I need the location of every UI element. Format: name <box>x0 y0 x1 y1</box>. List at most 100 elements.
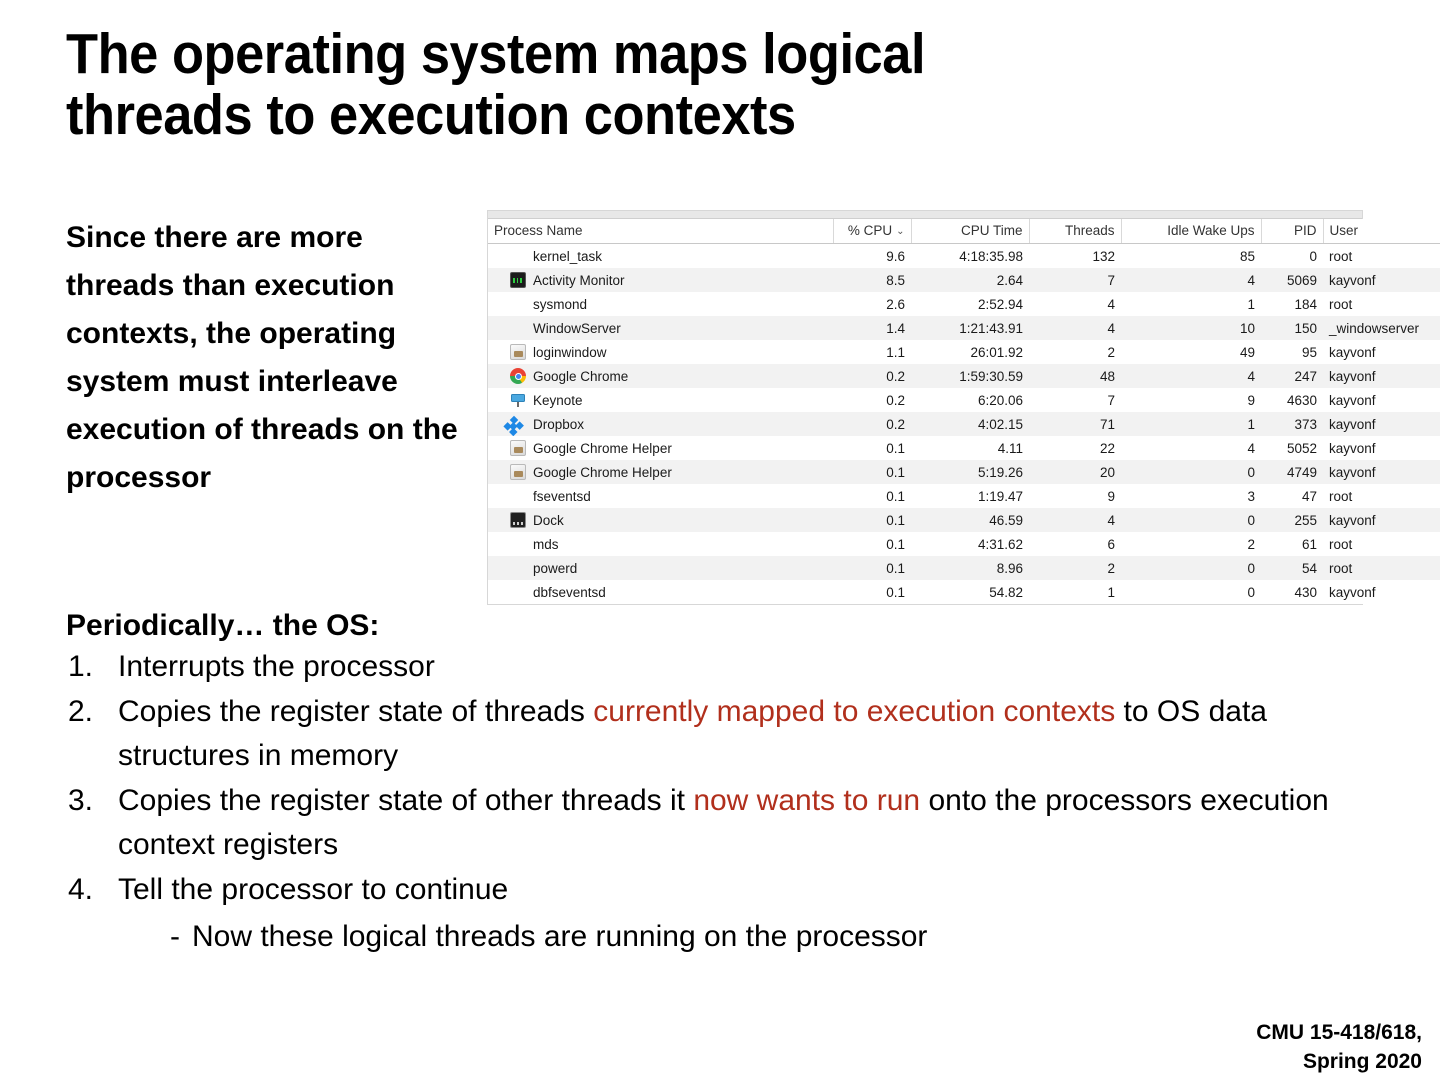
table-row[interactable]: dbfseventsd 0.1 54.82 1 0 430 kayvonf <box>488 580 1440 604</box>
cell-user: root <box>1329 536 1353 552</box>
column-header-threads[interactable]: Threads <box>1029 219 1122 244</box>
table-row[interactable]: Google Chrome Helper 0.1 5:19.26 20 0 4749 kay… <box>488 460 1440 484</box>
cell-process-name: Dropbox <box>488 412 833 436</box>
process-name-label: kernel_task <box>533 248 603 264</box>
page-title-line-1: The operating system maps logical <box>66 22 926 86</box>
process-cell: dbfseventsd <box>494 584 827 600</box>
keynote-icon <box>510 392 526 408</box>
process-name-label: sysmond <box>533 296 588 312</box>
step-text: Copies the register state of threads cur… <box>118 690 1386 778</box>
table-row[interactable]: Activity Monitor 8.5 2.64 7 4 5069 kayvonf <box>488 268 1440 292</box>
process-icon-none <box>510 560 526 576</box>
table-row[interactable]: sysmond 2.6 2:52.94 4 1 184 root <box>488 292 1440 316</box>
table-row[interactable]: Google Chrome 0.2 1:59:30.59 48 4 247 kayvonf <box>488 364 1440 388</box>
cell-pid: 95 <box>1301 344 1317 360</box>
cell-threads: 9 <box>1107 488 1115 504</box>
step-text: Copies the register state of other threa… <box>118 779 1386 867</box>
cell-cpu-pct: 0.2 <box>886 416 905 432</box>
cell-idle-wake-ups: 2 <box>1247 536 1255 552</box>
step-number: 2. <box>68 695 94 729</box>
table-row[interactable]: loginwindow 1.1 26:01.92 2 49 95 kayvonf <box>488 340 1440 364</box>
cell-pid: 47 <box>1301 488 1317 504</box>
cell-cpu-pct: 1.4 <box>886 320 905 336</box>
table-row[interactable]: powerd 0.1 8.96 2 0 54 root <box>488 556 1440 580</box>
cell-pid: 5069 <box>1286 272 1317 288</box>
substep-dash: - <box>170 919 180 953</box>
cell-cpu-pct: 0.1 <box>886 536 905 552</box>
cell-user: kayvonf <box>1329 344 1376 360</box>
process-table-body: kernel_task 9.6 4:18:35.98 132 85 0 root Activi… <box>488 243 1440 604</box>
cell-cpu-pct: 0.1 <box>886 464 905 480</box>
process-name-label: Dropbox <box>533 416 585 432</box>
table-row[interactable]: Dropbox 0.2 4:02.15 71 1 373 kayvonf <box>488 412 1440 436</box>
cell-pid: 4749 <box>1286 464 1317 480</box>
cell-pid: 5052 <box>1286 440 1317 456</box>
column-header-process-name[interactable]: Process Name <box>488 219 834 244</box>
column-header-pid[interactable]: PID <box>1261 219 1324 244</box>
cell-idle-wake-ups: 4 <box>1247 440 1255 456</box>
cell-idle-wake-ups: 0 <box>1247 512 1255 528</box>
cell-threads: 4 <box>1107 296 1115 312</box>
column-header-user[interactable]: User <box>1323 219 1440 244</box>
column-header-cpu-time[interactable]: CPU Time <box>911 219 1030 244</box>
cell-pid: 4630 <box>1286 392 1317 408</box>
cell-cpu-pct: 0.1 <box>886 488 905 504</box>
cell-cpu-pct: 2.6 <box>886 296 905 312</box>
cell-cpu-pct: 0.1 <box>886 560 905 576</box>
cell-cpu-time: 5:19.26 <box>977 464 1023 480</box>
cell-pid: 61 <box>1301 536 1317 552</box>
table-row[interactable]: mds 0.1 4:31.62 6 2 61 root <box>488 532 1440 556</box>
table-row[interactable]: kernel_task 9.6 4:18:35.98 132 85 0 root <box>488 243 1440 268</box>
table-row[interactable]: fseventsd 0.1 1:19.47 9 3 47 root <box>488 484 1440 508</box>
process-name-label: fseventsd <box>533 488 591 504</box>
table-row[interactable]: WindowServer 1.4 1:21:43.91 4 10 150 _windowse… <box>488 316 1440 340</box>
cell-cpu-time: 4:02.15 <box>977 416 1023 432</box>
process-cell: Activity Monitor <box>494 272 827 288</box>
process-cell: Keynote <box>494 392 827 408</box>
cell-process-name: sysmond <box>488 292 833 316</box>
table-header-row: Process Name % CPU ⌄ CPU Time Threads Idl… <box>488 219 1440 244</box>
footer: CMU 15-418/618, Spring 2020 <box>1256 1019 1422 1076</box>
cell-process-name: dbfseventsd <box>488 580 833 604</box>
cell-cpu-time: 2:52.94 <box>977 296 1023 312</box>
process-name-label: WindowServer <box>533 320 621 336</box>
cell-pid: 247 <box>1294 368 1317 384</box>
chevron-down-icon: ⌄ <box>896 225 905 237</box>
column-header-cpu-pct[interactable]: % CPU ⌄ <box>833 219 912 244</box>
cell-threads: 22 <box>1099 440 1115 456</box>
cell-threads: 4 <box>1107 320 1115 336</box>
process-cell: sysmond <box>494 296 827 312</box>
cell-cpu-pct: 0.1 <box>886 440 905 456</box>
footer-line-1: CMU 15-418/618, <box>1256 1021 1422 1045</box>
cell-user: root <box>1329 248 1353 264</box>
plain-phrase: Tell the processor to continue <box>118 873 509 907</box>
table-row[interactable]: Dock 0.1 46.59 4 0 255 kayvonf <box>488 508 1440 532</box>
column-header-idle-wake-ups[interactable]: Idle Wake Ups <box>1121 219 1262 244</box>
window-titlebar-strip <box>488 211 1362 219</box>
cell-threads: 6 <box>1107 536 1115 552</box>
process-icon-none <box>510 296 526 312</box>
table-row[interactable]: Google Chrome Helper 0.1 4.11 22 4 5052 kayvon… <box>488 436 1440 460</box>
table-row[interactable]: Keynote 0.2 6:20.06 7 9 4630 kayvonf <box>488 388 1440 412</box>
process-cell: loginwindow <box>494 344 827 360</box>
os-steps-list: 1. Interrupts the processor 2. Copies the r… <box>66 645 1386 960</box>
loginwindow-icon <box>510 344 526 360</box>
highlighted-phrase: currently mapped to execution contexts <box>593 695 1116 729</box>
plain-phrase: Interrupts the processor <box>118 650 435 683</box>
cell-user: root <box>1329 560 1353 576</box>
cell-pid: 150 <box>1294 320 1317 336</box>
cell-process-name: Google Chrome <box>488 364 833 388</box>
column-header-label: PID <box>1293 223 1317 238</box>
cell-cpu-pct: 9.6 <box>886 248 905 264</box>
cell-cpu-time: 54.82 <box>989 584 1023 600</box>
substep-item: - Now these logical threads are running … <box>66 915 1386 959</box>
cell-user: kayvonf <box>1329 584 1376 600</box>
cell-idle-wake-ups: 9 <box>1247 392 1255 408</box>
cell-idle-wake-ups: 10 <box>1239 320 1255 336</box>
cell-cpu-time: 4:31.62 <box>977 536 1023 552</box>
step-number: 4. <box>68 873 94 907</box>
loginwindow-icon <box>510 440 526 456</box>
highlighted-phrase: now wants to run <box>693 784 921 818</box>
step-item: 4. Tell the processor to continue <box>66 868 1386 912</box>
plain-phrase: Copies the register state of threads <box>118 695 594 729</box>
